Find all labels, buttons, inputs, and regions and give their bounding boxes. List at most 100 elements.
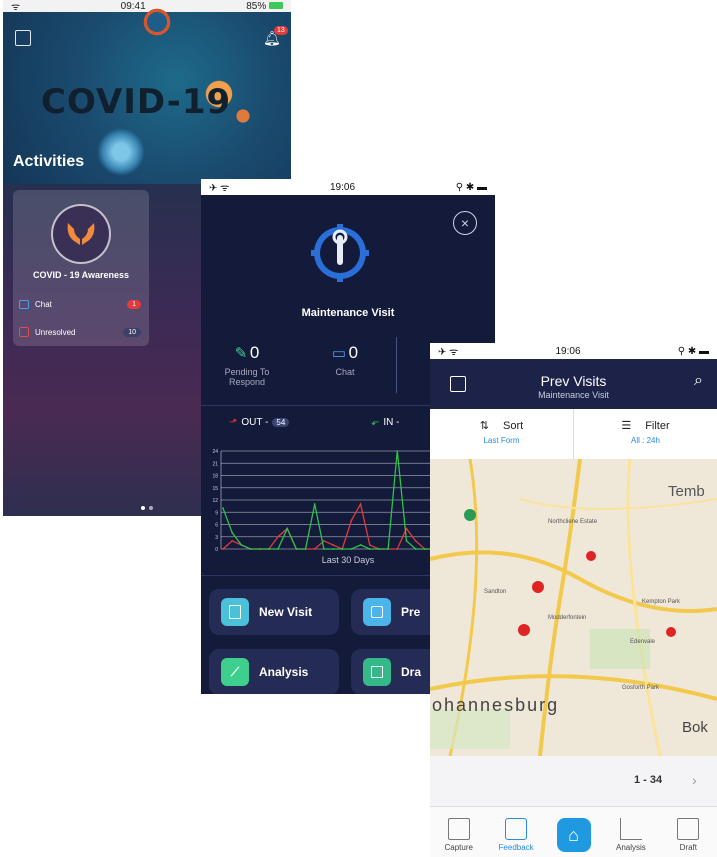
map-pin-icon[interactable] xyxy=(532,581,544,593)
unresolved-icon xyxy=(19,327,29,337)
y-tick-label: 9 xyxy=(215,510,218,516)
draft-icon xyxy=(677,818,700,840)
unresolved-label: Unresolved xyxy=(35,327,76,337)
unresolved-row[interactable]: Unresolved 10 xyxy=(19,324,141,340)
y-tick-label: 15 xyxy=(212,486,218,492)
sort-label: Sort xyxy=(503,420,524,432)
in-icon: ⬐ xyxy=(371,417,380,428)
data-point xyxy=(231,539,234,542)
status-bar: ✈ ᯤ 19:06 ⚲ ✱ ▬ xyxy=(430,343,717,359)
tab-home[interactable]: ⌂ xyxy=(545,807,602,857)
legend-in: ⬐ IN - xyxy=(371,417,411,428)
share-icon[interactable] xyxy=(15,30,31,46)
drafts-icon xyxy=(363,658,391,686)
map-label-tembisa: Temb xyxy=(668,483,705,500)
map-label-gosforth: Gosforth Park xyxy=(622,685,660,691)
map-pin-icon[interactable] xyxy=(586,551,596,561)
data-point xyxy=(304,548,307,550)
sort-filter-bar: ⇅ Sort Last Form ☰ Filter All : 24h xyxy=(430,409,717,460)
pending-count: 0 xyxy=(249,343,260,362)
data-point xyxy=(240,544,243,546)
tab-capture[interactable]: Capture xyxy=(430,807,487,857)
page-range: 1 - 34 xyxy=(634,774,663,786)
drafts-label: Dra xyxy=(401,665,422,679)
data-point xyxy=(396,450,399,452)
data-point xyxy=(359,503,362,505)
home-icon: ⌂ xyxy=(556,818,591,852)
data-point xyxy=(341,548,344,550)
activity-avatar xyxy=(51,204,111,264)
data-point xyxy=(350,548,353,550)
search-icon[interactable]: ⌕ xyxy=(694,372,703,390)
data-point xyxy=(231,531,234,534)
data-point xyxy=(359,544,362,546)
battery-indicator: 85% xyxy=(246,1,283,12)
sort-value: Last Form xyxy=(483,436,520,445)
unresolved-count-badge: 10 xyxy=(123,327,141,337)
y-tick-label: 18 xyxy=(212,474,218,480)
next-page-icon[interactable]: › xyxy=(692,772,697,788)
page-indicator[interactable] xyxy=(141,506,153,510)
data-point xyxy=(423,548,426,550)
tab-draft[interactable]: Draft xyxy=(660,807,717,857)
tab-analysis[interactable]: Analysis xyxy=(602,807,659,857)
screen-subtitle: Maintenance Visit xyxy=(538,390,609,400)
map-label-northcliff: Northcliene Estate xyxy=(548,519,598,525)
sort-icon: ⇅ xyxy=(479,420,490,432)
data-point xyxy=(414,539,417,542)
analysis-icon xyxy=(619,818,642,840)
tab-feedback[interactable]: Feedback xyxy=(487,807,544,857)
data-point xyxy=(277,535,279,538)
close-button[interactable]: × xyxy=(453,211,477,235)
y-tick-label: 0 xyxy=(215,547,218,553)
status-time: 19:06 xyxy=(330,181,356,193)
map-pin-icon[interactable] xyxy=(666,627,676,637)
new-visit-button[interactable]: New Visit xyxy=(209,589,339,635)
screen-title: Maintenance Visit xyxy=(301,307,395,319)
legend-out: ⬏ OUT - 54 xyxy=(229,417,290,428)
map-label-boksburg: Bok xyxy=(682,719,708,736)
bottom-tab-bar: Capture Feedback ⌂ Analysis Draft xyxy=(430,806,717,857)
battery-indicator: ⚲ ✱ ▬ xyxy=(677,345,709,357)
data-point xyxy=(350,519,353,522)
chat-label: Chat xyxy=(335,367,355,377)
data-point xyxy=(332,548,334,550)
data-point xyxy=(378,548,380,550)
data-point xyxy=(322,548,325,550)
prev-visits-label: Pre xyxy=(401,605,421,619)
signal-icon: ✈ ᯤ xyxy=(438,347,459,358)
map-label-edenvale: Edenvale xyxy=(630,639,656,645)
pagination: 1 - 34 › xyxy=(430,756,717,806)
chat-stat[interactable]: ▭ 0 Chat xyxy=(305,343,385,377)
chat-label: Chat xyxy=(35,299,52,309)
analysis-button[interactable]: ⟋ Analysis xyxy=(209,649,339,694)
filter-button[interactable]: ☰ Filter All : 24h xyxy=(574,409,717,459)
filter-label: Filter xyxy=(645,420,670,432)
y-tick-label: 21 xyxy=(212,461,218,467)
maintenance-gear-icon xyxy=(311,224,369,282)
activity-card[interactable]: COVID - 19 Awareness Chat 1 Unresolved 1… xyxy=(13,190,149,346)
virus-illustration xyxy=(131,2,183,42)
data-point xyxy=(286,527,289,530)
virus-illustration xyxy=(233,106,253,126)
hero-title: COVID-19 xyxy=(41,82,232,122)
new-visit-label: New Visit xyxy=(259,605,313,619)
map-label-modderfontein: Modderfontein xyxy=(548,615,587,621)
new-visit-icon xyxy=(221,598,249,626)
care-hands-icon xyxy=(67,223,95,245)
legend-out-count: 54 xyxy=(272,418,290,427)
visits-map[interactable]: Temb Northcliene Estate Sandton Modderfo… xyxy=(430,459,717,756)
feedback-icon xyxy=(505,818,528,840)
data-point xyxy=(313,548,316,550)
map-label-kempton: Kempton Park xyxy=(642,599,681,605)
filter-icon: ☰ xyxy=(621,420,632,432)
data-point xyxy=(387,548,390,550)
y-tick-label: 24 xyxy=(212,449,218,455)
sort-button[interactable]: ⇅ Sort Last Form xyxy=(430,409,574,459)
app-header: Prev Visits Maintenance Visit ⌕ xyxy=(430,359,717,409)
pending-stat[interactable]: ✎ 0 Pending To Respond xyxy=(207,343,287,387)
data-point xyxy=(267,548,270,550)
data-point xyxy=(277,548,279,550)
map-pin-icon[interactable] xyxy=(518,624,530,636)
chat-row[interactable]: Chat 1 xyxy=(19,296,141,312)
